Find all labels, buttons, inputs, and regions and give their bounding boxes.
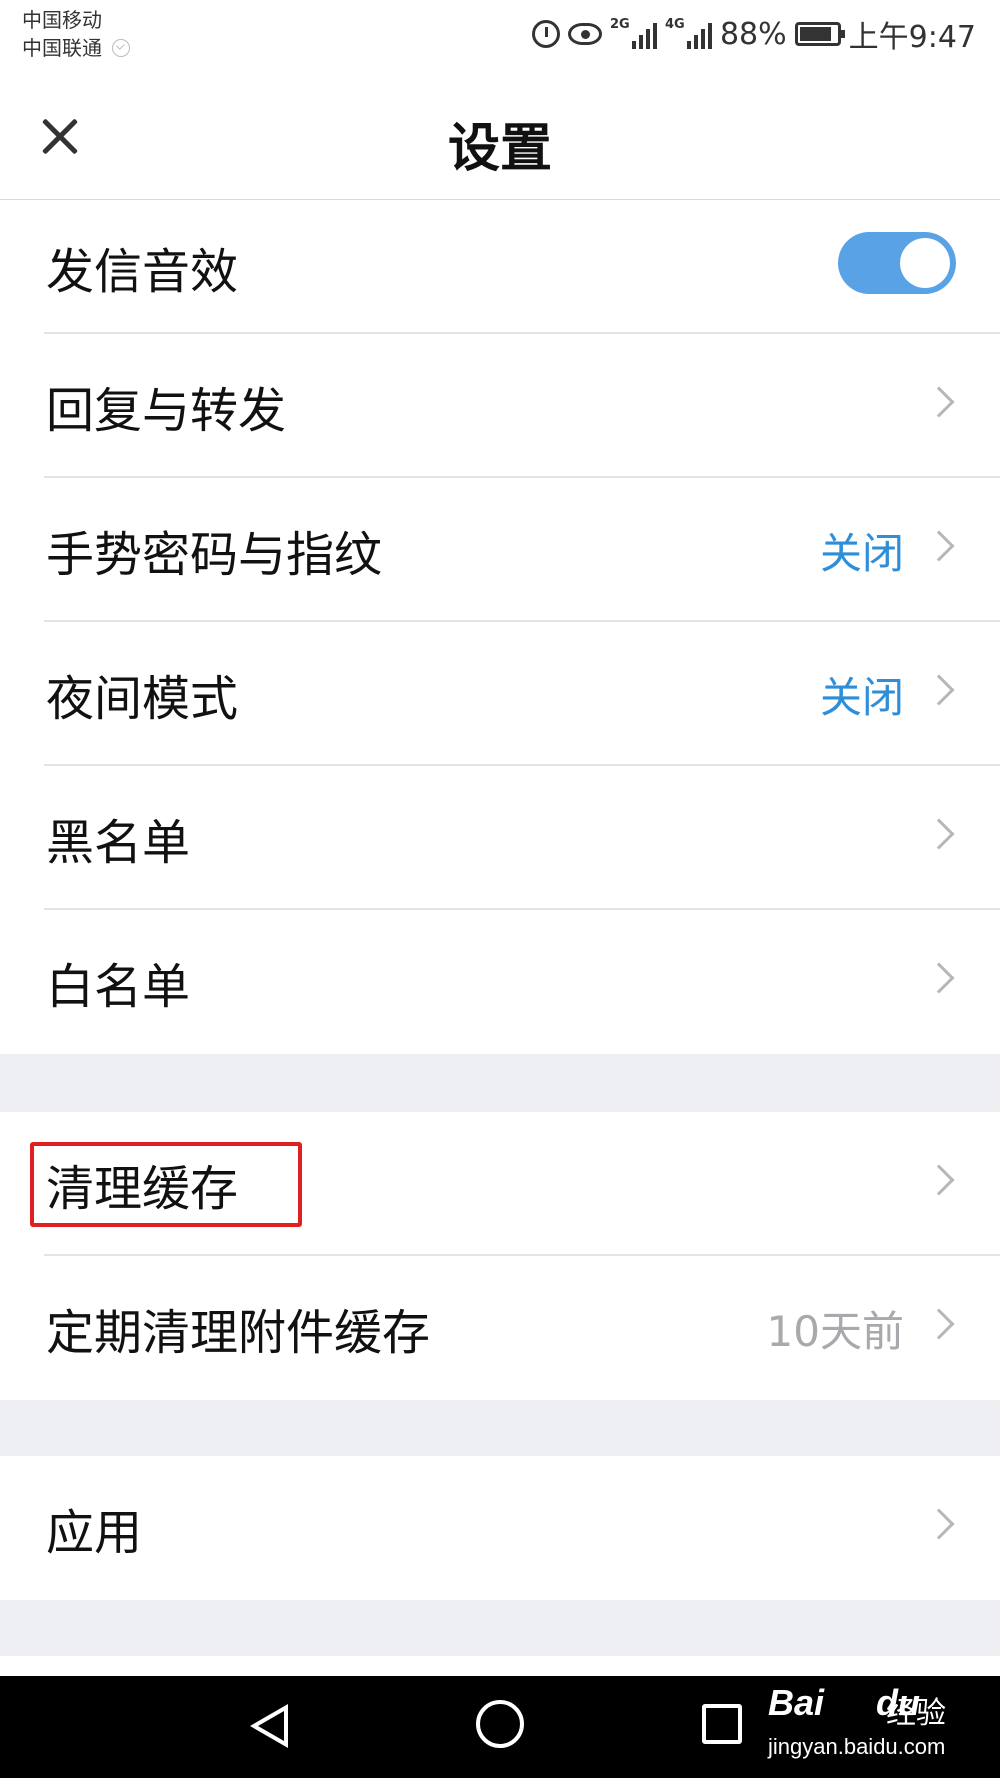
settings-group-cache: 清理缓存 定期清理附件缓存 10天前 xyxy=(0,1112,1000,1400)
status-icons: 2G 4G 88% 上午9:47 xyxy=(531,12,976,56)
chevron-right-icon xyxy=(923,1308,955,1340)
watermark-subtitle: 经验 xyxy=(886,1696,946,1731)
page-title: 设置 xyxy=(447,119,552,179)
eye-comfort-icon xyxy=(567,23,602,45)
setting-apps[interactable]: 应用 xyxy=(0,1456,1000,1600)
setting-auto-clear-attachments[interactable]: 定期清理附件缓存 10天前 xyxy=(0,1256,1000,1400)
setting-label: 应用 xyxy=(46,1505,143,1561)
carrier-info: 中国移动 中国联通 xyxy=(22,6,130,62)
setting-value: 关闭 xyxy=(819,528,904,578)
setting-value: 10天前 xyxy=(766,1306,904,1356)
recents-icon[interactable] xyxy=(702,1704,742,1744)
setting-label: 发信音效 xyxy=(46,244,239,300)
setting-whitelist[interactable]: 白名单 xyxy=(0,910,1000,1054)
signal-icon: 2G xyxy=(609,17,657,49)
carrier-2: 中国联通 xyxy=(22,36,102,60)
setting-label: 回复与转发 xyxy=(46,383,287,439)
battery-icon xyxy=(794,22,845,46)
carrier-1: 中国移动 xyxy=(22,8,102,32)
watermark-url: jingyan.baidu.com xyxy=(768,1734,946,1759)
chevron-right-icon xyxy=(923,962,955,994)
setting-reply-forward[interactable]: 回复与转发 xyxy=(0,334,1000,478)
chevron-right-icon xyxy=(923,1508,955,1540)
home-icon[interactable] xyxy=(476,1700,524,1748)
send-sound-toggle[interactable] xyxy=(838,232,956,294)
setting-value: 关闭 xyxy=(819,672,904,722)
status-bar: 中国移动 中国联通 2G 4G 88% 上午9:47 xyxy=(0,0,1000,70)
settings-group-next xyxy=(0,1656,1000,1676)
setting-blacklist[interactable]: 黑名单 xyxy=(0,766,1000,910)
signal-icon: 4G xyxy=(664,17,712,49)
chevron-right-icon xyxy=(923,674,955,706)
setting-label: 清理缓存 xyxy=(46,1161,239,1217)
setting-label: 夜间模式 xyxy=(46,671,239,727)
network-type-2: 4G xyxy=(664,17,685,32)
app-header: 设置 xyxy=(0,70,1000,200)
clock: 上午9:47 xyxy=(848,20,976,55)
setting-label: 黑名单 xyxy=(46,815,191,871)
battery-percent: 88% xyxy=(719,16,787,52)
chevron-right-icon xyxy=(923,1164,955,1196)
settings-group-general: 发信音效 回复与转发 手势密码与指纹 关闭 夜间模式 关闭 黑名单 白名单 xyxy=(0,200,1000,1054)
chevron-right-icon xyxy=(923,818,955,850)
hd-icon xyxy=(112,39,130,57)
setting-label: 定期清理附件缓存 xyxy=(46,1305,431,1361)
alarm-icon xyxy=(531,20,560,48)
toggle-knob xyxy=(900,238,950,288)
settings-group-apps: 应用 xyxy=(0,1456,1000,1600)
chevron-right-icon xyxy=(923,530,955,562)
back-icon[interactable] xyxy=(250,1704,288,1748)
baidu-jingyan-watermark: Bai du 经验 jingyan.baidu.com xyxy=(768,1674,968,1774)
setting-night-mode[interactable]: 夜间模式 关闭 xyxy=(0,622,1000,766)
network-type-1: 2G xyxy=(609,17,630,32)
setting-clear-cache[interactable]: 清理缓存 xyxy=(0,1112,1000,1256)
setting-send-sound: 发信音效 xyxy=(0,200,1000,334)
setting-gesture-fingerprint[interactable]: 手势密码与指纹 关闭 xyxy=(0,478,1000,622)
setting-label: 白名单 xyxy=(46,959,191,1015)
chevron-right-icon xyxy=(923,386,955,418)
setting-label: 手势密码与指纹 xyxy=(46,527,383,583)
